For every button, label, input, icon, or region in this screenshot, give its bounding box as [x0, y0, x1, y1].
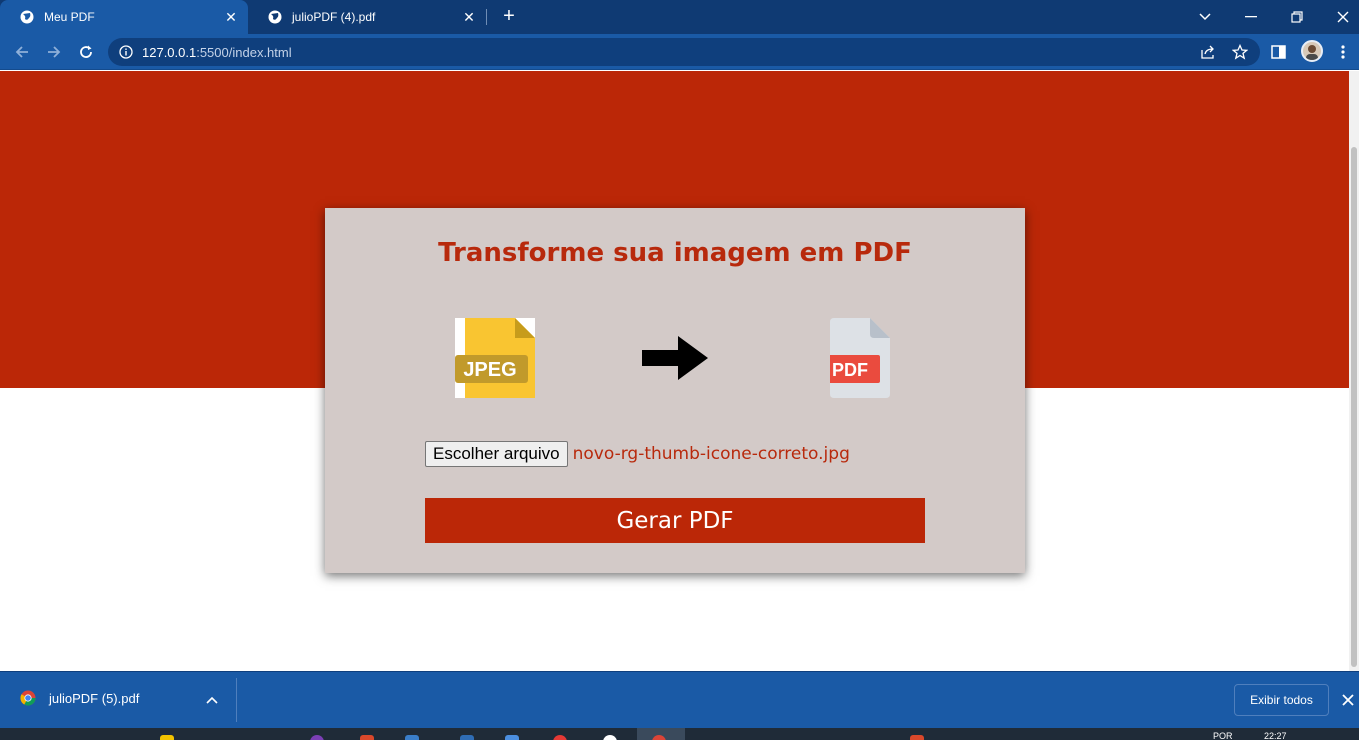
chrome-icon — [20, 690, 36, 706]
address-bar[interactable]: 127.0.0.1:5500/index.html — [108, 38, 1260, 66]
selected-file-name: novo-rg-thumb-icone-correto.jpg — [572, 444, 850, 464]
scrollbar-thumb[interactable] — [1351, 147, 1357, 667]
downloads-divider — [236, 678, 237, 722]
url-path: :5500/index.html — [196, 45, 292, 60]
tab-title: Meu PDF — [44, 10, 95, 24]
share-icon[interactable] — [1200, 44, 1216, 60]
os-taskbar: POR 22:27 — [0, 728, 1359, 740]
minimize-icon[interactable] — [1228, 0, 1274, 34]
clock-time[interactable]: 22:27 — [1264, 731, 1287, 740]
url-host: 127.0.0.1 — [142, 45, 197, 60]
bookmark-star-icon[interactable] — [1232, 44, 1248, 60]
browser-titlebar: Meu PDF ✕ julioPDF (4).pdf ✕ + — [0, 0, 1359, 34]
tab-search-chevron-icon[interactable] — [1182, 0, 1228, 34]
menu-kebab-icon[interactable] — [1340, 44, 1346, 60]
forward-arrow-icon[interactable] — [44, 42, 64, 62]
taskbar-app-icon[interactable] — [360, 735, 374, 740]
download-item[interactable]: julioPDF (5).pdf — [20, 690, 139, 706]
taskbar-app-icon[interactable] — [160, 735, 174, 740]
pdf-file-icon: PDF — [830, 318, 890, 398]
globe-icon — [20, 10, 34, 24]
close-window-icon[interactable] — [1320, 0, 1359, 34]
tab-meu-pdf[interactable]: Meu PDF ✕ — [0, 0, 248, 34]
taskbar-app-icon[interactable] — [553, 735, 567, 740]
jpeg-label: JPEG — [463, 359, 516, 381]
taskbar-app-icon[interactable] — [405, 735, 419, 740]
jpeg-file-icon: JPEG — [455, 318, 535, 398]
language-indicator[interactable]: POR — [1213, 731, 1233, 740]
generate-pdf-button[interactable]: Gerar PDF — [425, 498, 925, 543]
browser-toolbar: 127.0.0.1:5500/index.html — [0, 34, 1359, 70]
taskbar-app-icon[interactable] — [505, 735, 519, 740]
taskbar-app-icon[interactable] — [310, 735, 324, 740]
tab-title: julioPDF (4).pdf — [292, 10, 376, 24]
restore-icon[interactable] — [1274, 0, 1320, 34]
download-file-name: julioPDF (5).pdf — [49, 690, 140, 706]
chevron-up-icon[interactable] — [205, 693, 219, 707]
taskbar-app-icon[interactable] — [460, 735, 474, 740]
chrome-taskbar-icon — [652, 735, 666, 740]
close-downloads-icon[interactable] — [1339, 691, 1357, 709]
info-icon[interactable] — [119, 45, 133, 59]
new-tab-icon[interactable]: + — [500, 6, 518, 26]
downloads-bar: julioPDF (5).pdf Exibir todos — [0, 671, 1359, 728]
show-all-downloads-button[interactable]: Exibir todos — [1234, 684, 1329, 716]
taskbar-app-icon[interactable] — [910, 735, 924, 740]
converter-card: Transforme sua imagem em PDF JPEG PDF Es… — [325, 208, 1025, 573]
globe-icon — [268, 10, 282, 24]
pdf-label: PDF — [832, 360, 868, 380]
url-text: 127.0.0.1:5500/index.html — [142, 45, 292, 60]
taskbar-app-icon[interactable] — [603, 735, 617, 740]
page-scrollbar[interactable] — [1349, 71, 1359, 671]
tab-divider — [486, 9, 487, 25]
file-input: Escolher arquivo novo-rg-thumb-icone-cor… — [425, 441, 850, 467]
reload-icon[interactable] — [76, 42, 96, 62]
page-title: Transforme sua imagem em PDF — [438, 238, 912, 268]
close-tab-icon[interactable]: ✕ — [462, 9, 476, 25]
taskbar-active-app[interactable] — [637, 728, 685, 740]
page-viewport: Transforme sua imagem em PDF JPEG PDF Es… — [0, 71, 1349, 671]
back-arrow-icon[interactable] — [12, 42, 32, 62]
right-arrow-icon — [642, 336, 708, 380]
profile-avatar[interactable] — [1301, 40, 1323, 62]
choose-file-button[interactable]: Escolher arquivo — [425, 441, 568, 467]
close-tab-icon[interactable]: ✕ — [224, 9, 238, 25]
tab-juliopdf-4[interactable]: julioPDF (4).pdf ✕ — [248, 0, 486, 34]
side-panel-icon[interactable] — [1271, 45, 1287, 59]
